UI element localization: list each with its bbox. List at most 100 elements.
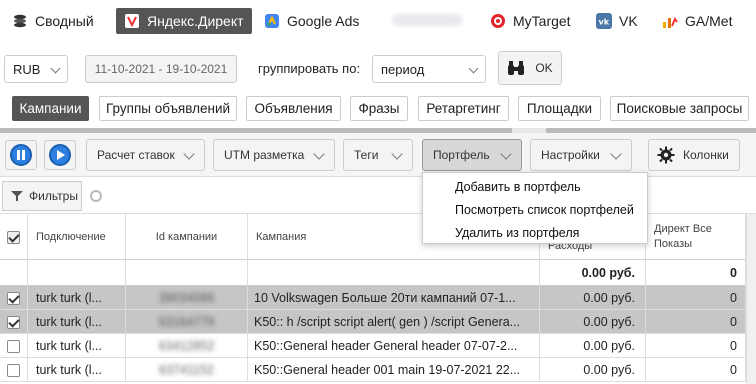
cell-campaign[interactable]: K50::General header General header 07-07… (248, 334, 540, 358)
cell-impressions: 0 (646, 286, 746, 310)
filter-icon (11, 190, 23, 202)
group-by-select[interactable]: период (372, 55, 486, 83)
cell-spend: 0.00 руб. (540, 334, 646, 358)
play-button[interactable] (44, 140, 76, 170)
column-header-campaign-id[interactable]: Id кампании (126, 214, 248, 260)
tab-ad-groups[interactable]: Группы объявлений (99, 96, 237, 121)
cell-campaign[interactable]: K50:: h /script script alert( gen ) /scr… (248, 310, 540, 334)
section-tabs: Кампании Группы объявлений Объявления Фр… (0, 96, 756, 122)
stack-icon (12, 13, 28, 29)
filters-button[interactable]: Фильтры (2, 181, 82, 211)
chevron-down-icon (313, 148, 325, 160)
portfolio-dropdown[interactable]: Портфель (422, 139, 522, 171)
row-checkbox[interactable] (7, 315, 20, 329)
summary-cell (0, 260, 28, 286)
bid-calc-label: Расчет ставок (97, 148, 175, 162)
svg-text:vk: vk (599, 18, 610, 27)
column-header-connection[interactable]: Подключение (28, 214, 126, 260)
chevron-down-icon (500, 148, 512, 160)
service-tab-mytarget[interactable]: MyTarget (490, 8, 571, 34)
cell-impressions: 0 (646, 334, 746, 358)
cell-campaign[interactable]: 10 Volkswagen Больше 20ти кампаний 07-1.… (248, 286, 540, 310)
select-all-cell (0, 214, 28, 260)
row-checkbox[interactable] (7, 363, 20, 377)
play-icon (49, 144, 71, 166)
gear-icon (657, 146, 675, 164)
service-tab-summary[interactable]: Сводный (12, 8, 94, 34)
report-controls: RUB 11-10-2021 - 19-10-2021 группировать… (0, 50, 756, 88)
tab-phrases[interactable]: Фразы (350, 96, 408, 121)
table-row[interactable]: turk turk (l... 63741152 K50::General he… (0, 358, 756, 382)
vk-icon: vk (596, 13, 612, 29)
cell-connection: turk turk (l... (28, 334, 126, 358)
pause-icon (10, 144, 32, 166)
tab-search-queries[interactable]: Поисковые запросы (610, 96, 749, 121)
row-select-cell (0, 310, 28, 334)
columns-button[interactable]: Колонки (648, 139, 740, 171)
campaign-toolbar: Расчет ставок UTM разметка Теги Портфель… (0, 133, 756, 177)
utm-dropdown[interactable]: UTM разметка (213, 139, 335, 171)
portfolio-menu: Добавить в портфель Посмотреть список по… (422, 172, 648, 244)
service-tab-analytics[interactable]: GA/Met (662, 8, 732, 34)
summary-row: 0.00 руб. 0 (0, 260, 756, 286)
menu-item-view-portfolios[interactable]: Посмотреть список портфелей (423, 199, 647, 221)
cell-impressions: 0 (646, 358, 746, 382)
mytarget-icon (490, 13, 506, 29)
cell-impressions: 0 (646, 310, 746, 334)
group-by-value: период (381, 61, 425, 77)
analytics-icon (662, 13, 678, 29)
settings-dropdown[interactable]: Настройки (530, 139, 632, 171)
summary-cell (248, 260, 540, 286)
chevron-down-icon (391, 148, 403, 160)
date-range-picker[interactable]: 11-10-2021 - 19-10-2021 (85, 55, 237, 83)
bid-calc-dropdown[interactable]: Расчет ставок (86, 139, 205, 171)
cell-spend: 0.00 руб. (540, 286, 646, 310)
service-tab-google-ads[interactable]: Google Ads (264, 8, 359, 34)
add-filter-icon[interactable] (90, 190, 102, 202)
service-tab-label: MyTarget (513, 13, 571, 29)
pause-button[interactable] (5, 140, 37, 170)
yandex-direct-icon (124, 13, 140, 29)
row-checkbox[interactable] (7, 339, 20, 353)
cell-connection: turk turk (l... (28, 286, 126, 310)
cell-spend: 0.00 руб. (540, 310, 646, 334)
service-tab-label: Сводный (35, 13, 94, 29)
tab-retargeting[interactable]: Ретаргетинг (418, 96, 509, 121)
currency-select[interactable]: RUB (4, 55, 68, 83)
service-tab-yandex-direct[interactable]: Яндекс.Директ (116, 8, 252, 34)
portfolio-label: Портфель (433, 148, 490, 162)
vertical-scrollbar[interactable] (746, 214, 756, 384)
tab-placements[interactable]: Площадки (518, 96, 601, 121)
summary-spend: 0.00 руб. (540, 260, 646, 286)
cell-campaign[interactable]: K50::General header 001 main 19-07-2021 … (248, 358, 540, 382)
row-checkbox[interactable] (7, 291, 20, 305)
tab-ads[interactable]: Объявления (246, 96, 341, 121)
chevron-down-icon (183, 148, 195, 160)
menu-item-remove-from-portfolio[interactable]: Удалить из портфеля (423, 222, 647, 244)
utm-label: UTM разметка (224, 148, 305, 162)
summary-impressions: 0 (646, 260, 746, 286)
cell-campaign-id: 63164779 (126, 310, 248, 334)
menu-item-add-to-portfolio[interactable]: Добавить в портфель (423, 176, 647, 198)
binoculars-icon (507, 60, 525, 76)
tags-label: Теги (354, 148, 379, 162)
table-row[interactable]: turk turk (l... 63164779 K50:: h /script… (0, 310, 756, 334)
cell-connection: turk turk (l... (28, 310, 126, 334)
row-select-cell (0, 358, 28, 382)
row-select-cell (0, 286, 28, 310)
service-tab-vk[interactable]: vk VK (596, 8, 638, 34)
service-tab-label: Яндекс.Директ (147, 13, 244, 29)
table-row[interactable]: turk turk (l... 39034086 10 Volkswagen Б… (0, 286, 756, 310)
apply-button[interactable]: OK (498, 51, 562, 85)
google-ads-icon (264, 13, 280, 29)
cell-spend: 0.00 руб. (540, 358, 646, 382)
table-row[interactable]: turk turk (l... 63412852 K50::General he… (0, 334, 756, 358)
select-all-checkbox[interactable] (7, 230, 20, 244)
column-header-impressions[interactable]: Директ Все Показы (646, 214, 746, 260)
hidden-service-tab[interactable] (392, 14, 462, 26)
summary-cell (28, 260, 126, 286)
summary-cell (126, 260, 248, 286)
tab-campaigns[interactable]: Кампании (12, 96, 89, 121)
tags-dropdown[interactable]: Теги (343, 139, 413, 171)
chevron-down-icon (468, 63, 479, 74)
